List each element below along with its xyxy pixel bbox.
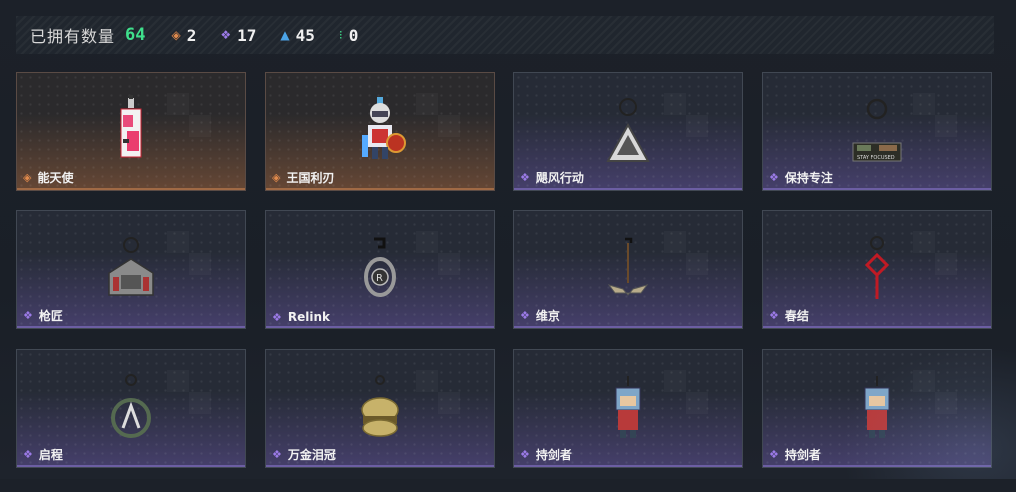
charm-card[interactable]: ❖ 万金泪冠 xyxy=(265,349,495,468)
charm-card[interactable]: ❖ 持剑者 xyxy=(513,349,743,468)
charm-card[interactable]: ❖ 启程 xyxy=(16,349,246,468)
green-dots-icon: ⁝ xyxy=(338,28,343,42)
purple-diamond-icon: ❖ xyxy=(769,309,779,322)
purple-diamond-icon: ❖ xyxy=(520,171,530,184)
rarity-count-orange: ◈ 2 xyxy=(172,26,197,45)
owned-summary-bar: 已拥有数量 64 ◈ 2 ❖ 17 ▲ 45 ⁝ 0 xyxy=(16,16,994,54)
charm-image-gunsmith xyxy=(108,237,154,296)
charm-card[interactable]: ❖ 维京 xyxy=(513,210,743,329)
blue-triangle-icon: ▲ xyxy=(280,28,290,42)
purple-diamond-icon: ❖ xyxy=(23,309,33,322)
purple-diamond-icon: ❖ xyxy=(520,448,530,461)
svg-text:STAY FOCUSED: STAY FOCUSED xyxy=(857,155,895,161)
charm-grid: ◈ 能天使 ◈ 王国利刃 ❖ 飓风行动 STAY FOCUSED ❖ 保持专注 … xyxy=(16,72,994,492)
owned-count: 64 xyxy=(125,25,146,45)
rarity-count-purple: ❖ 17 xyxy=(220,26,256,45)
charm-card[interactable]: ❖ 枪匠 xyxy=(16,210,246,329)
charm-image-departure xyxy=(111,374,151,438)
charm-name: ❖ 持剑者 xyxy=(769,448,821,462)
orange-diamond-icon: ◈ xyxy=(272,171,281,184)
rarity-count-green: ⁝ 0 xyxy=(339,26,358,45)
charm-image-spring-knot xyxy=(864,236,890,299)
charm-card[interactable]: ◈ 王国利刃 xyxy=(265,72,495,191)
owned-label: 已拥有数量 xyxy=(30,27,116,46)
charm-image-golden-crown xyxy=(361,375,399,437)
rarity-count-blue: ▲ 45 xyxy=(280,26,315,45)
charm-name: ❖ 万金泪冠 xyxy=(272,448,336,462)
charm-name: ◈ 王国利刃 xyxy=(272,171,335,185)
charm-name: ❖ 持剑者 xyxy=(520,448,572,462)
charm-image-angel xyxy=(120,95,142,158)
charm-image-hurricane xyxy=(606,98,650,162)
charm-name: ❖ 枪匠 xyxy=(23,309,63,323)
charm-name: ❖ 飓风行动 xyxy=(520,171,584,185)
charm-card[interactable]: ❖ 飓风行动 xyxy=(513,72,743,191)
charm-image-stay-focused: STAY FOCUSED xyxy=(852,98,902,162)
purple-diamond-icon: ❖ xyxy=(23,448,33,461)
charm-name: ❖ 保持专注 xyxy=(769,171,833,185)
charm-name: ❖ Relink xyxy=(272,310,331,324)
charm-card[interactable]: R ❖ Relink xyxy=(265,210,495,329)
orange-diamond-icon: ◈ xyxy=(171,28,181,42)
charm-image-swordbearer xyxy=(615,376,641,438)
orange-diamond-icon: ◈ xyxy=(23,171,32,184)
charm-image-relink: R xyxy=(364,237,396,297)
charm-name: ❖ 启程 xyxy=(23,448,63,462)
charm-card[interactable]: ❖ 持剑者 xyxy=(762,349,992,468)
charm-name: ❖ 春结 xyxy=(769,309,809,323)
charm-card[interactable]: STAY FOCUSED ❖ 保持专注 xyxy=(762,72,992,191)
purple-diamond-icon: ❖ xyxy=(769,171,779,184)
rarity-count-value: 17 xyxy=(237,25,257,45)
charm-image-viking xyxy=(607,237,649,296)
svg-text:R: R xyxy=(376,273,383,284)
purple-diamond-icon: ❖ xyxy=(769,448,779,461)
charm-card[interactable]: ❖ 春结 xyxy=(762,210,992,329)
rarity-count-value: 0 xyxy=(348,25,359,45)
charm-name: ❖ 维京 xyxy=(520,309,560,323)
charm-image-swordbearer xyxy=(864,376,890,438)
purple-diamond-icon: ❖ xyxy=(272,448,282,461)
charm-name: ◈ 能天使 xyxy=(23,171,74,185)
charm-card[interactable]: ◈ 能天使 xyxy=(16,72,246,191)
purple-diamond-icon: ❖ xyxy=(520,309,530,322)
purple-diamond-icon: ❖ xyxy=(220,28,232,42)
rarity-count-value: 45 xyxy=(295,25,315,45)
purple-diamond-icon: ❖ xyxy=(272,310,282,324)
rarity-count-value: 2 xyxy=(186,25,197,45)
charm-image-kingdom-blade xyxy=(362,97,406,159)
